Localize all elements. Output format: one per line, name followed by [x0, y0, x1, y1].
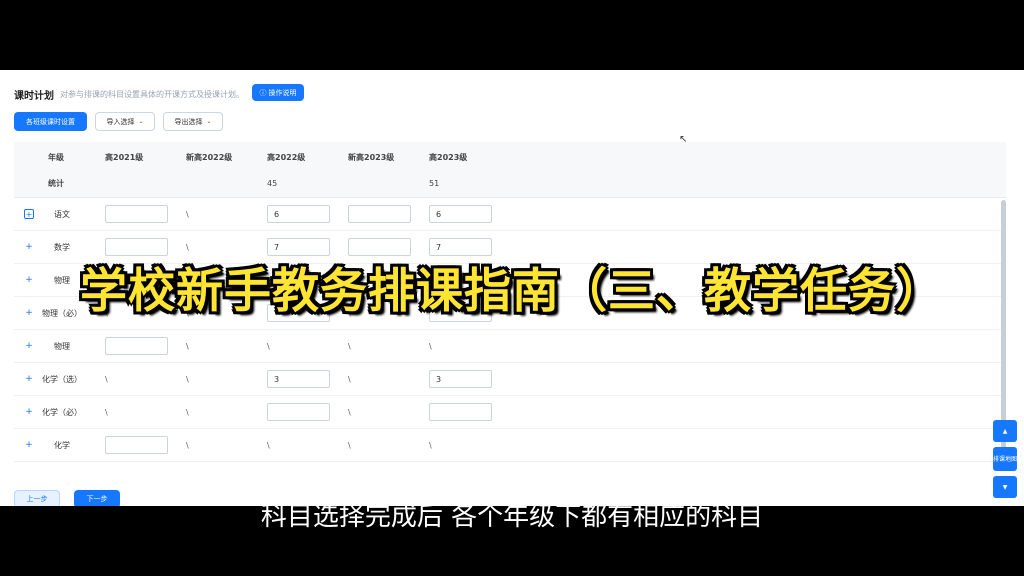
not-applicable-cell: \: [348, 342, 351, 351]
schedule-map-button[interactable]: 排课地图: [993, 447, 1017, 471]
table-header: 年级 高2021级 新高2022级 高2022级 新高2023级 高2023级 …: [14, 142, 1006, 198]
page-header: 课时计划 对参与排课的科目设置具体的开课方式及授课计划。: [14, 84, 244, 104]
not-applicable-cell: \: [267, 441, 270, 450]
import-select-label: 导入选择: [106, 117, 135, 126]
not-applicable-cell: \: [186, 441, 189, 450]
column-header: 新高2023级: [348, 152, 395, 162]
expand-icon[interactable]: +: [24, 374, 34, 384]
column-header: 高2021级: [105, 152, 144, 162]
video-subtitle: 科目选择完成后 各个年级下都有相应的科目: [260, 502, 764, 532]
lesson-count-input[interactable]: [429, 403, 492, 421]
not-applicable-cell: \: [105, 408, 108, 417]
not-applicable-cell: \: [105, 375, 108, 384]
subject-name: 语文: [54, 210, 70, 219]
toolbar: 各班级课时设置 导入选择 ⌄ 导出选择 ⌄: [14, 112, 223, 131]
header-row: 年级 高2021级 新高2022级 高2022级 新高2023级 高2023级: [14, 144, 1006, 170]
not-applicable-cell: \: [429, 342, 432, 351]
guide-button[interactable]: ⓘ 操作说明: [252, 84, 304, 101]
lesson-count-input[interactable]: 6: [267, 205, 330, 223]
export-select-label: 导出选择: [174, 117, 203, 126]
expand-icon[interactable]: +: [24, 341, 34, 351]
not-applicable-cell: \: [186, 408, 189, 417]
stats-value: 51: [429, 178, 440, 188]
lesson-count-input[interactable]: [105, 337, 168, 355]
not-applicable-cell: \: [348, 408, 351, 417]
lesson-count-input[interactable]: [105, 205, 168, 223]
lesson-count-input[interactable]: [348, 205, 411, 223]
arrow-down-icon[interactable]: ▼: [993, 476, 1017, 498]
import-select-button[interactable]: 导入选择 ⌄: [95, 112, 155, 131]
not-applicable-cell: \: [186, 210, 189, 219]
arrow-up-icon[interactable]: ▲: [993, 420, 1017, 442]
stats-label: 统计: [48, 178, 64, 188]
subject-name: 物理: [54, 342, 70, 351]
lesson-count-input[interactable]: 6: [429, 205, 492, 223]
column-header: 新高2022级: [186, 152, 233, 162]
table-row: + 化学（必） \ \ \: [14, 396, 1006, 429]
video-title-overlay: 学校新手教务排课指南（三、教学任务）: [80, 264, 944, 319]
column-header: 年级: [48, 152, 64, 162]
not-applicable-cell: \: [267, 342, 270, 351]
guide-button-label: 操作说明: [268, 88, 297, 97]
table-row: + 化学 \ \ \ \: [14, 429, 1006, 462]
not-applicable-cell: \: [348, 375, 351, 384]
not-applicable-cell: \: [186, 342, 189, 351]
column-header: 高2022级: [267, 152, 306, 162]
lesson-count-input[interactable]: 3: [429, 370, 492, 388]
table-row: + 语文 \ 6 6: [14, 198, 1006, 231]
lesson-count-input[interactable]: [267, 403, 330, 421]
chevron-down-icon: ⌄: [206, 118, 212, 125]
column-header: 高2023级: [429, 152, 468, 162]
not-applicable-cell: \: [429, 441, 432, 450]
expand-icon[interactable]: +: [24, 407, 34, 417]
subject-name: 化学（必）: [42, 408, 82, 417]
floating-toolbar: ▲ 排课地图 ▼: [993, 420, 1017, 498]
lesson-count-input[interactable]: 3: [267, 370, 330, 388]
expand-icon[interactable]: +: [24, 440, 34, 450]
subject-name: 化学: [54, 441, 70, 450]
page-description: 对参与排课的科目设置具体的开课方式及授课计划。: [60, 89, 244, 99]
export-select-button[interactable]: 导出选择 ⌄: [163, 112, 223, 131]
not-applicable-cell: \: [186, 375, 189, 384]
expand-icon[interactable]: +: [24, 209, 34, 219]
mouse-cursor-icon: ↖: [679, 134, 688, 145]
not-applicable-cell: \: [348, 441, 351, 450]
batch-setting-button[interactable]: 各班级课时设置: [14, 112, 87, 131]
info-icon: ⓘ: [259, 88, 267, 97]
stats-row: 统计 45 51: [14, 170, 1006, 196]
table-row: + 化学（选） \ \ 3 \ 3: [14, 363, 1006, 396]
table-row: + 物理 \ \ \ \: [14, 330, 1006, 363]
subject-name: 化学（选）: [42, 375, 82, 384]
chevron-down-icon: ⌄: [138, 118, 144, 125]
expand-icon[interactable]: +: [24, 242, 34, 252]
stats-value: 45: [267, 178, 278, 188]
page-title: 课时计划: [14, 90, 54, 102]
lesson-count-input[interactable]: [105, 436, 168, 454]
